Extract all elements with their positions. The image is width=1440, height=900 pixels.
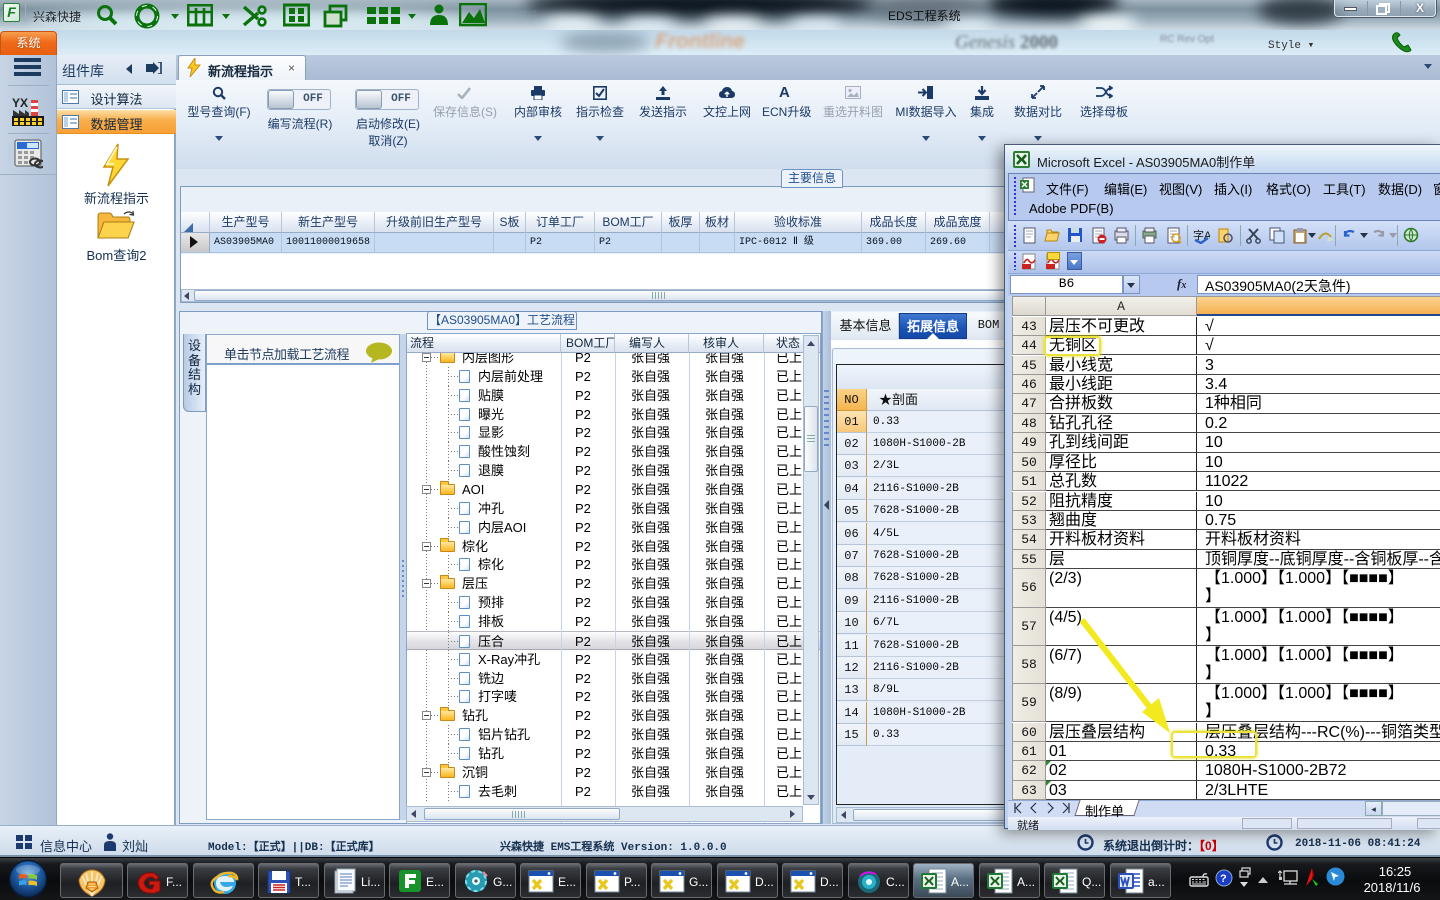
svg-text:?: ? [1220,873,1227,885]
svg-text:YX: YX [12,96,28,110]
